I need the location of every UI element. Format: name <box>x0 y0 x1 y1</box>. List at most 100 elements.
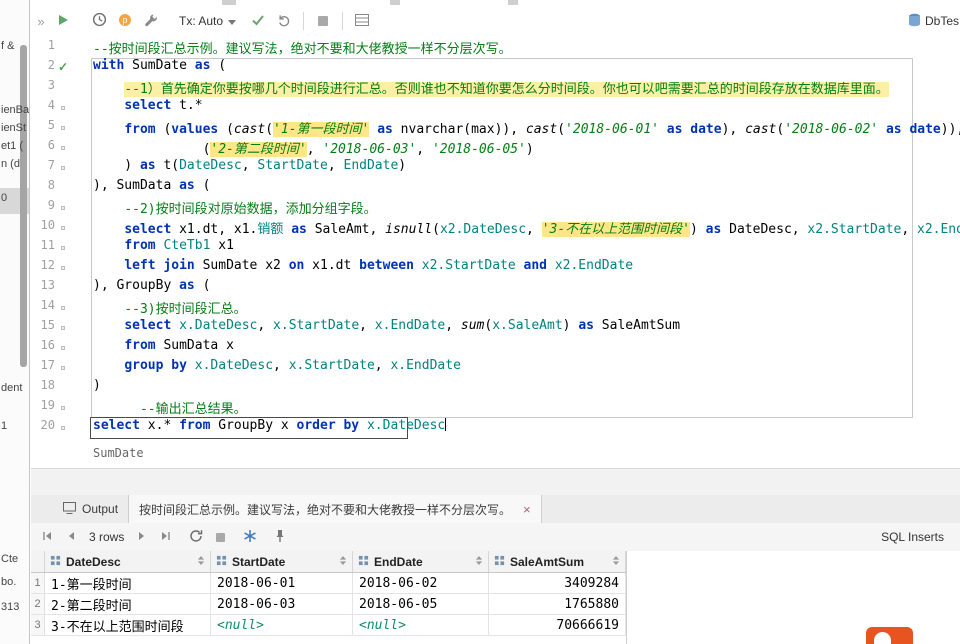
table-cell[interactable]: 2018-06-05 <box>353 594 489 614</box>
line-number[interactable]: 20 <box>31 418 55 438</box>
column-header[interactable]: DateDesc <box>45 551 211 572</box>
editor-line[interactable]: 4 select t.* <box>31 98 960 118</box>
ide-window: » p Tx: Auto DbTes 1 --按时间段汇总示例。建议写法，绝对不… <box>31 0 960 644</box>
sort-icon[interactable] <box>612 555 620 569</box>
editor-line[interactable]: 5 from (values (cast('1-第一段时间' as nvarch… <box>31 118 960 138</box>
editor-line[interactable]: 20 select x.* from GroupBy x order by x.D… <box>31 418 960 438</box>
line-number[interactable]: 18 <box>31 378 55 398</box>
line-number[interactable]: 11 <box>31 238 55 258</box>
editor-line[interactable]: 15 select x.DateDesc, x.StartDate, x.End… <box>31 318 960 338</box>
pin-button[interactable] <box>270 527 290 547</box>
editor-line[interactable]: 8), SumData as ( <box>31 178 960 198</box>
table-cell[interactable]: 2018-06-03 <box>211 594 353 614</box>
close-icon[interactable]: × <box>523 502 531 517</box>
editor-breadcrumb[interactable]: SumDate <box>93 446 144 460</box>
editor-line[interactable]: 16 from SumData x <box>31 338 960 358</box>
line-number[interactable]: 19 <box>31 398 55 418</box>
tx-mode-dropdown[interactable]: Tx: Auto <box>171 9 244 33</box>
rollback-button[interactable] <box>272 9 296 33</box>
commit-button[interactable] <box>246 9 270 33</box>
line-number[interactable]: 3 <box>31 78 55 98</box>
last-page-button[interactable] <box>156 527 176 547</box>
settings-wrench-button[interactable] <box>139 9 163 33</box>
tab-output[interactable]: Output <box>53 495 128 523</box>
editor-line[interactable]: 17 group by x.DateDesc, x.StartDate, x.E… <box>31 358 960 378</box>
sort-icon[interactable] <box>475 555 483 569</box>
refresh-button[interactable] <box>186 527 206 547</box>
toolbar-overflow-chevron[interactable]: » <box>33 14 49 29</box>
table-view-button[interactable] <box>350 9 374 33</box>
table-cell[interactable]: <null> <box>211 615 353 635</box>
editor-line[interactable]: 18) <box>31 378 960 398</box>
code-line-text: ) as t(DateDesc, StartDate, EndDate) <box>93 158 960 178</box>
prev-page-button[interactable] <box>61 527 81 547</box>
run-button[interactable] <box>51 9 75 33</box>
line-number[interactable]: 2 <box>31 58 55 78</box>
editor-line[interactable]: 19 --输出汇总结果。 <box>31 398 960 418</box>
code-token: and <box>523 258 547 273</box>
editor-line[interactable]: 12 left join SumDate x2 on x1.dt between… <box>31 258 960 278</box>
table-cell[interactable]: 3-不在以上范围时间段 <box>45 615 211 635</box>
line-number[interactable]: 8 <box>31 178 55 198</box>
line-number[interactable]: 1 <box>31 38 55 58</box>
line-number[interactable]: 12 <box>31 258 55 278</box>
background-scrollbar[interactable] <box>20 45 27 367</box>
column-header[interactable]: SaleAmtSum <box>489 551 626 572</box>
line-number[interactable]: 14 <box>31 298 55 318</box>
row-number[interactable]: 2 <box>31 594 45 614</box>
row-number[interactable]: 3 <box>31 615 45 635</box>
database-selector[interactable]: DbTes <box>908 13 960 30</box>
editor-line[interactable]: 9 --2)按时间段对原始数据，添加分组字段。 <box>31 198 960 218</box>
stop-button[interactable] <box>311 9 335 33</box>
editor-line[interactable]: 7 ) as t(DateDesc, StartDate, EndDate) <box>31 158 960 178</box>
editor-line[interactable]: 6 ('2-第二段时间', '2018-06-03', '2018-06-05'… <box>31 138 960 158</box>
editor-line[interactable]: 2 ✓ with SumDate as ( <box>31 58 960 78</box>
editor-line[interactable]: 10 select x1.dt, x1.销额 as SaleAmt, isnul… <box>31 218 960 238</box>
table-corner[interactable] <box>31 551 45 572</box>
table-cell[interactable]: 3409284 <box>489 573 626 593</box>
sort-icon[interactable] <box>197 555 205 569</box>
column-header[interactable]: EndDate <box>353 551 489 572</box>
editor-line[interactable]: 1 --按时间段汇总示例。建议写法，绝对不要和大佬教授一样不分层次写。 <box>31 38 960 58</box>
table-cell[interactable]: 1765880 <box>489 594 626 614</box>
table-cell[interactable]: <null> <box>353 615 489 635</box>
table-cell[interactable]: 2018-06-02 <box>353 573 489 593</box>
line-number[interactable]: 7 <box>31 158 55 178</box>
line-number[interactable]: 5 <box>31 118 55 138</box>
table-cell[interactable]: 70666619 <box>489 615 626 635</box>
code-token: ), SumData <box>93 178 180 193</box>
sql-editor[interactable]: 1 --按时间段汇总示例。建议写法，绝对不要和大佬教授一样不分层次写。 2 ✓ with… <box>31 38 960 444</box>
next-page-button[interactable] <box>132 527 152 547</box>
gutter-mark-icon <box>61 406 65 410</box>
sort-icon[interactable] <box>339 555 347 569</box>
table-cell[interactable]: 1-第一段时间 <box>45 573 211 593</box>
editor-line[interactable]: 13), GroupBy as ( <box>31 278 960 298</box>
line-number[interactable]: 10 <box>31 218 55 238</box>
line-number[interactable]: 16 <box>31 338 55 358</box>
tab-result[interactable]: 按时间段汇总示例。建议写法，绝对不要和大佬教授一样不分层次写。 × <box>128 495 542 523</box>
first-page-button[interactable] <box>37 527 57 547</box>
editor-line[interactable]: 11 from CteTb1 x1 <box>31 238 960 258</box>
line-number[interactable]: 13 <box>31 278 55 298</box>
line-number[interactable]: 9 <box>31 198 55 218</box>
editor-line[interactable]: 3 --1）首先确定你要按哪几个时间段进行汇总。否则谁也不知道你要怎么分时间段。… <box>31 78 960 98</box>
line-number[interactable]: 6 <box>31 138 55 158</box>
column-header[interactable]: StartDate <box>211 551 353 572</box>
row-number[interactable]: 1 <box>31 573 45 593</box>
code-token: select <box>93 418 140 433</box>
profiler-button[interactable]: p <box>113 9 137 33</box>
table-cell[interactable]: 2018-06-01 <box>211 573 353 593</box>
editor-line[interactable]: 14 --3)按时间段汇总。 <box>31 298 960 318</box>
compare-button[interactable] <box>240 527 260 547</box>
history-button[interactable] <box>87 9 111 33</box>
panel-splitter[interactable] <box>31 469 960 495</box>
extractor-selector[interactable]: SQL Inserts <box>881 530 954 544</box>
code-token: , <box>526 222 542 237</box>
line-number[interactable]: 17 <box>31 358 55 378</box>
stop-query-button[interactable] <box>210 527 230 547</box>
line-number[interactable]: 4 <box>31 98 55 118</box>
table-cell[interactable]: 2-第二段时间 <box>45 594 211 614</box>
svg-text:p: p <box>122 15 127 25</box>
line-number[interactable]: 15 <box>31 318 55 338</box>
